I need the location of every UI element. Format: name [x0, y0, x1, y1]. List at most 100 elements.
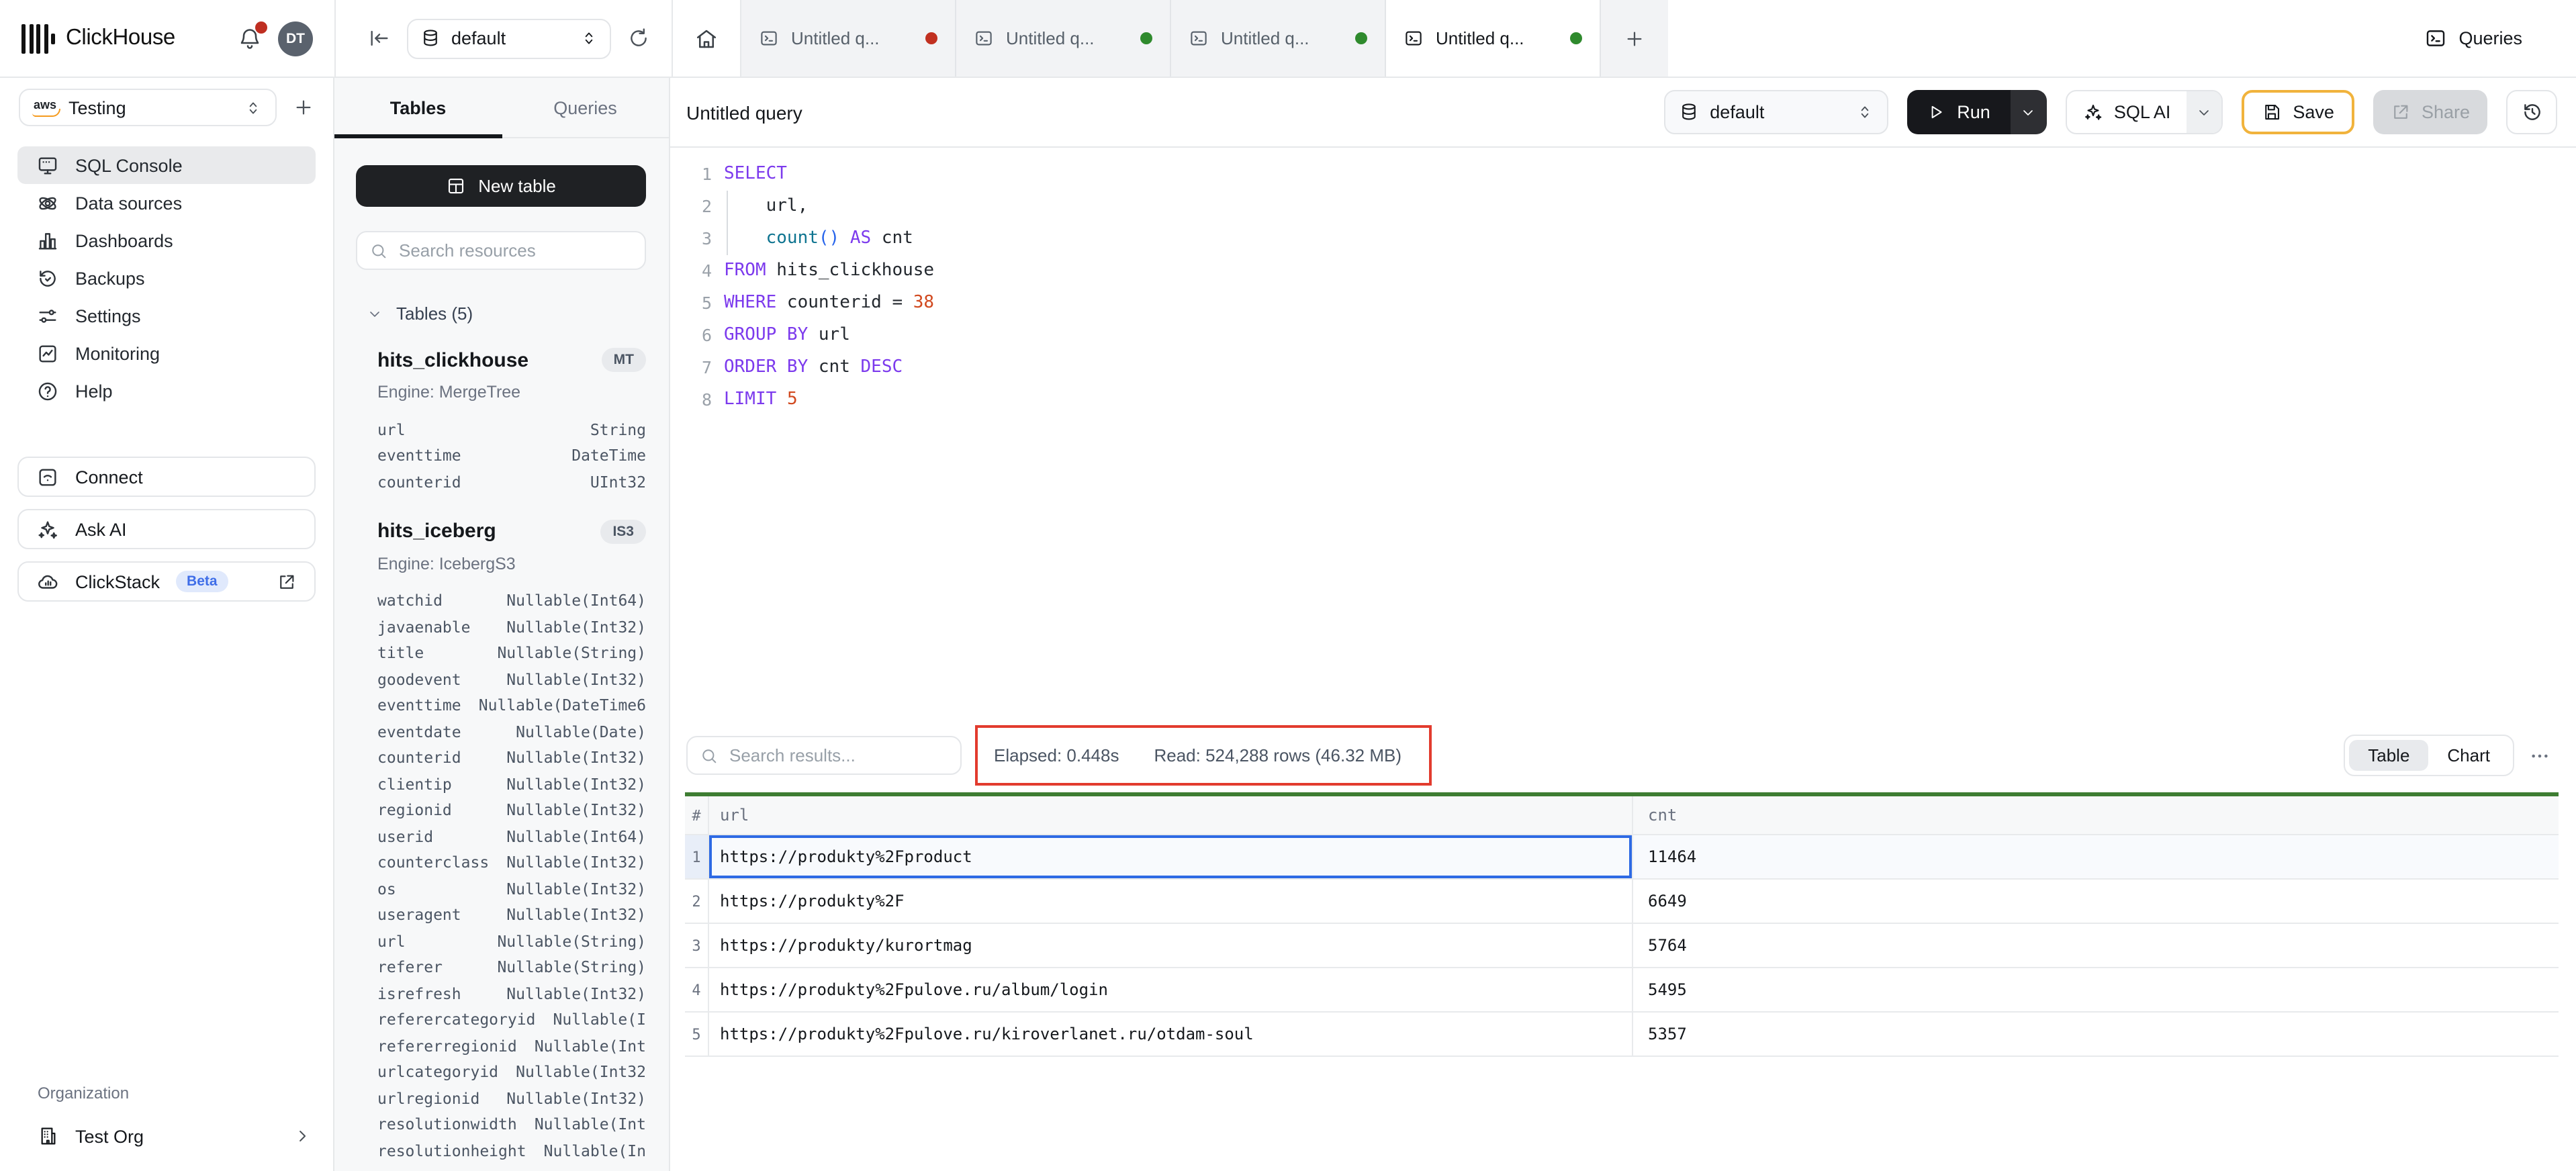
sidebar-item-dashboards[interactable]: Dashboards — [17, 222, 316, 259]
notifications-bell-icon[interactable] — [238, 26, 262, 50]
url-cell[interactable]: https://produkty%2Fproduct — [709, 835, 1633, 878]
sidebar-item-data-sources[interactable]: Data sources — [17, 184, 316, 222]
results-search-input[interactable]: Search results... — [686, 736, 962, 775]
column-type: Nullable(Int32 — [516, 1063, 646, 1082]
chevron-updown-icon — [1856, 103, 1874, 121]
app-window: ClickHouse DT default — [0, 0, 2576, 1171]
table-row[interactable]: 2https://produkty%2F6649 — [685, 880, 2559, 924]
column-type: DateTime — [571, 447, 646, 465]
add-service-button[interactable] — [293, 97, 314, 118]
building-icon — [38, 1125, 59, 1147]
line-number: 2 — [670, 191, 712, 223]
cnt-cell[interactable]: 5764 — [1633, 924, 2559, 967]
column-name: eventtime — [377, 696, 461, 715]
column-name: goodevent — [377, 670, 461, 689]
toolbar-database-selector[interactable]: default — [1664, 90, 1888, 134]
cnt-cell[interactable]: 5495 — [1633, 968, 2559, 1011]
view-toggle-chart[interactable]: Chart — [2428, 740, 2509, 771]
aws-logo-icon: aws — [34, 99, 56, 116]
column-header-cnt[interactable]: cnt — [1633, 796, 2559, 834]
column-type: Nullable(Int32) — [506, 801, 646, 820]
table-row[interactable]: 4https://produkty%2Fpulove.ru/album/logi… — [685, 968, 2559, 1013]
query-title[interactable]: Untitled query — [686, 101, 802, 123]
run-options-button[interactable] — [2011, 90, 2047, 134]
sidebar-item-label: Data sources — [75, 193, 182, 213]
column-list: watchidNullable(Int64)javaenableNullable… — [377, 588, 646, 1164]
sidebar-item-help[interactable]: Help — [17, 372, 316, 410]
share-button-label: Share — [2422, 102, 2470, 122]
query-history-button[interactable] — [2506, 90, 2557, 134]
code-line: SELECT — [724, 158, 934, 191]
column-header-num[interactable]: # — [685, 796, 709, 834]
toolbar-database-value: default — [1710, 102, 1764, 122]
table-row[interactable]: 1https://produkty%2Fproduct11464 — [685, 835, 2559, 880]
home-button[interactable] — [673, 0, 740, 77]
sql-ai-options-button[interactable] — [2187, 91, 2221, 133]
new-tab-button[interactable] — [1601, 0, 1668, 77]
column-type: Nullable(Int32) — [506, 670, 646, 689]
column-type: Nullable(Int32) — [506, 880, 646, 898]
cnt-cell[interactable]: 6649 — [1633, 880, 2559, 923]
plus-icon — [1624, 28, 1645, 49]
body: aws Testing SQL Console Data sources Dashb… — [0, 78, 2576, 1171]
url-cell[interactable]: https://produkty%2Fpulove.ru/album/login — [709, 968, 1633, 1011]
database-selector[interactable]: default — [407, 18, 611, 58]
sql-ai-button[interactable]: SQL AI — [2067, 91, 2187, 133]
query-tab-4[interactable]: Untitled q... — [1386, 0, 1601, 77]
query-tab-2[interactable]: Untitled q... — [956, 0, 1171, 77]
share-button[interactable]: Share — [2373, 90, 2487, 134]
chevron-down-icon — [367, 306, 383, 322]
url-cell[interactable]: https://produkty%2F — [709, 880, 1633, 923]
connect-button[interactable]: Connect — [17, 457, 316, 497]
column-type: String — [590, 420, 646, 439]
tables-group-header[interactable]: Tables (5) — [356, 303, 646, 324]
query-tab-1[interactable]: Untitled q... — [741, 0, 956, 77]
column-row: counteridNullable(Int32) — [377, 745, 646, 771]
clickstack-button[interactable]: ClickStackBeta — [17, 561, 316, 602]
sidebar-item-backups[interactable]: Backups — [17, 259, 316, 297]
url-cell[interactable]: https://produkty%2Fpulove.ru/kiroverlane… — [709, 1013, 1633, 1056]
save-button[interactable]: Save — [2242, 90, 2354, 134]
table-name-row[interactable]: hits_clickhouseMT — [377, 348, 646, 372]
cloud-icon — [36, 570, 59, 593]
column-type: Nullable(Int32) — [506, 853, 646, 872]
line-number: 6 — [670, 320, 712, 352]
avatar[interactable]: DT — [278, 21, 313, 56]
run-button-group: Run — [1907, 90, 2047, 134]
ask-ai-button[interactable]: Ask AI — [17, 509, 316, 549]
sidebar-item-sql-console[interactable]: SQL Console — [17, 146, 316, 184]
run-button[interactable]: Run — [1907, 90, 2011, 134]
tab-queries[interactable]: Queries — [502, 78, 669, 137]
queries-button[interactable]: Queries — [2397, 0, 2576, 77]
save-icon — [2262, 102, 2282, 122]
sql-editor[interactable]: 12345678 SELECT url, count() AS cntFROM … — [670, 148, 2576, 718]
active-tab-underline — [334, 134, 502, 138]
refresh-icon[interactable] — [627, 27, 650, 50]
column-type: UInt32 — [590, 473, 646, 491]
table-name-row[interactable]: hits_icebergIS3 — [377, 519, 646, 543]
collapse-sidebar-icon[interactable] — [368, 27, 391, 50]
query-title-bar: Untitled query default Run — [670, 78, 2576, 148]
database-section: default — [336, 0, 672, 77]
organization-row[interactable]: Test Org — [0, 1117, 333, 1155]
view-toggle-table[interactable]: Table — [2349, 740, 2428, 771]
cnt-cell[interactable]: 5357 — [1633, 1013, 2559, 1056]
tab-tables[interactable]: Tables — [334, 78, 502, 137]
table-row[interactable]: 3https://produkty/kurortmag5764 — [685, 924, 2559, 968]
table-block-hits_clickhouse: hits_clickhouseMTEngine: MergeTreeurlStr… — [356, 348, 646, 495]
results-more-button[interactable] — [2529, 745, 2550, 766]
query-tab-label: Untitled q... — [1436, 28, 1524, 48]
query-tab-3[interactable]: Untitled q... — [1171, 0, 1386, 77]
url-cell[interactable]: https://produkty/kurortmag — [709, 924, 1633, 967]
unsaved-dot-red — [925, 32, 937, 44]
resources-search-input[interactable]: Search resources — [356, 231, 646, 270]
sidebar-item-settings[interactable]: Settings — [17, 297, 316, 334]
sidebar-item-monitoring[interactable]: Monitoring — [17, 334, 316, 372]
results-search-placeholder: Search results... — [729, 745, 856, 765]
cnt-cell[interactable]: 11464 — [1633, 835, 2559, 878]
new-table-button[interactable]: New table — [356, 165, 646, 207]
column-header-url[interactable]: url — [709, 796, 1633, 834]
monitoring-icon — [36, 342, 59, 365]
table-row[interactable]: 5https://produkty%2Fpulove.ru/kiroverlan… — [685, 1013, 2559, 1057]
workspace-selector[interactable]: aws Testing — [19, 89, 277, 126]
